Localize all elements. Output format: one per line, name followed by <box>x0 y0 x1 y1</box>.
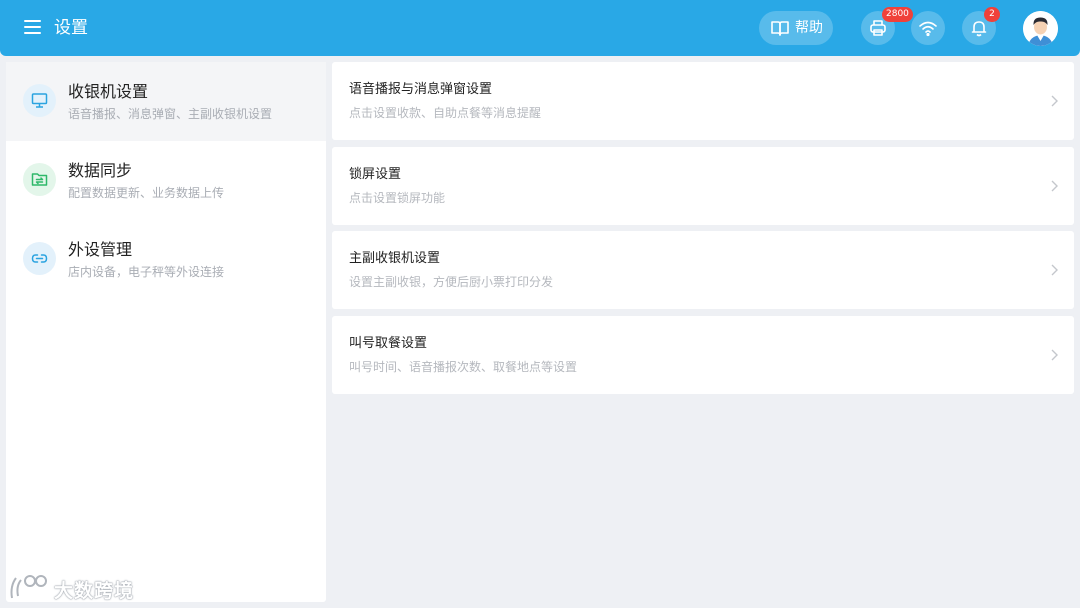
card-call-number-settings[interactable]: 叫号取餐设置 叫号时间、语音播报次数、取餐地点等设置 <box>332 315 1074 394</box>
card-title: 锁屏设置 <box>349 166 402 182</box>
sidebar: 收银机设置 语音播报、消息弹窗、主副收银机设置 数据同步 配置数据更新、业务数据… <box>6 62 326 602</box>
sidebar-item-title: 外设管理 <box>68 240 133 259</box>
card-subtitle: 设置主副收银，方便后厨小票打印分发 <box>349 275 554 289</box>
card-subtitle: 点击设置锁屏功能 <box>349 190 446 205</box>
card-title: 语音播报与消息弹窗设置 <box>349 82 493 97</box>
card-subtitle: 叫号时间、语音播报次数、取餐地点等设置 <box>349 359 578 374</box>
bell-icon <box>971 21 987 37</box>
wifi-button[interactable] <box>911 11 945 45</box>
sidebar-item-subtitle: 配置数据更新、业务数据上传 <box>68 186 225 200</box>
chevron-right-icon <box>1051 95 1058 107</box>
chevron-right-icon <box>1051 349 1058 360</box>
help-label: 帮助 <box>795 20 823 36</box>
sidebar-item-data-sync[interactable]: 数据同步 配置数据更新、业务数据上传 <box>6 141 326 220</box>
card-lock-screen-settings[interactable]: 锁屏设置 点击设置锁屏功能 <box>332 146 1074 225</box>
sidebar-item-peripherals[interactable]: 外设管理 店内设备，电子秤等外设连接 <box>6 220 326 299</box>
watermark-logo-icon <box>10 575 47 599</box>
printer-badge: 2800 <box>882 7 913 22</box>
sidebar-item-title: 数据同步 <box>68 161 133 180</box>
user-avatar-icon <box>1023 11 1058 46</box>
card-main-sub-cashier-settings[interactable]: 主副收银机设置 设置主副收银，方便后厨小票打印分发 <box>332 231 1074 309</box>
card-title: 主副收银机设置 <box>349 251 441 266</box>
watermark: 大数跨境 <box>8 572 133 606</box>
sidebar-item-title: 收银机设置 <box>68 82 149 101</box>
top-bar: 设置 帮助 2800 2 <box>0 0 1080 56</box>
watermark-text: 大数跨境 <box>54 580 135 602</box>
monitor-icon <box>23 84 56 117</box>
settings-list: 语音播报与消息弹窗设置 点击设置收款、自助点餐等消息提醒 锁屏设置 点击设置锁屏… <box>332 62 1074 400</box>
card-voice-popup-settings[interactable]: 语音播报与消息弹窗设置 点击设置收款、自助点餐等消息提醒 <box>332 62 1074 140</box>
card-title: 叫号取餐设置 <box>349 335 428 351</box>
wifi-icon <box>919 21 937 37</box>
page-title: 设置 <box>54 18 88 38</box>
help-button[interactable]: 帮助 <box>759 11 833 45</box>
chevron-right-icon <box>1051 180 1058 191</box>
sidebar-item-subtitle: 店内设备，电子秤等外设连接 <box>68 265 225 279</box>
chevron-right-icon <box>1051 264 1058 276</box>
card-subtitle: 点击设置收款、自助点餐等消息提醒 <box>349 106 542 120</box>
link-icon <box>23 242 56 275</box>
folder-sync-icon <box>23 163 56 196</box>
sidebar-item-subtitle: 语音播报、消息弹窗、主副收银机设置 <box>68 107 273 121</box>
avatar[interactable] <box>1023 11 1058 46</box>
sidebar-item-cashier-settings[interactable]: 收银机设置 语音播报、消息弹窗、主副收银机设置 <box>6 62 326 141</box>
notification-badge: 2 <box>984 7 1000 22</box>
book-icon <box>771 21 789 36</box>
menu-icon[interactable] <box>24 20 41 34</box>
